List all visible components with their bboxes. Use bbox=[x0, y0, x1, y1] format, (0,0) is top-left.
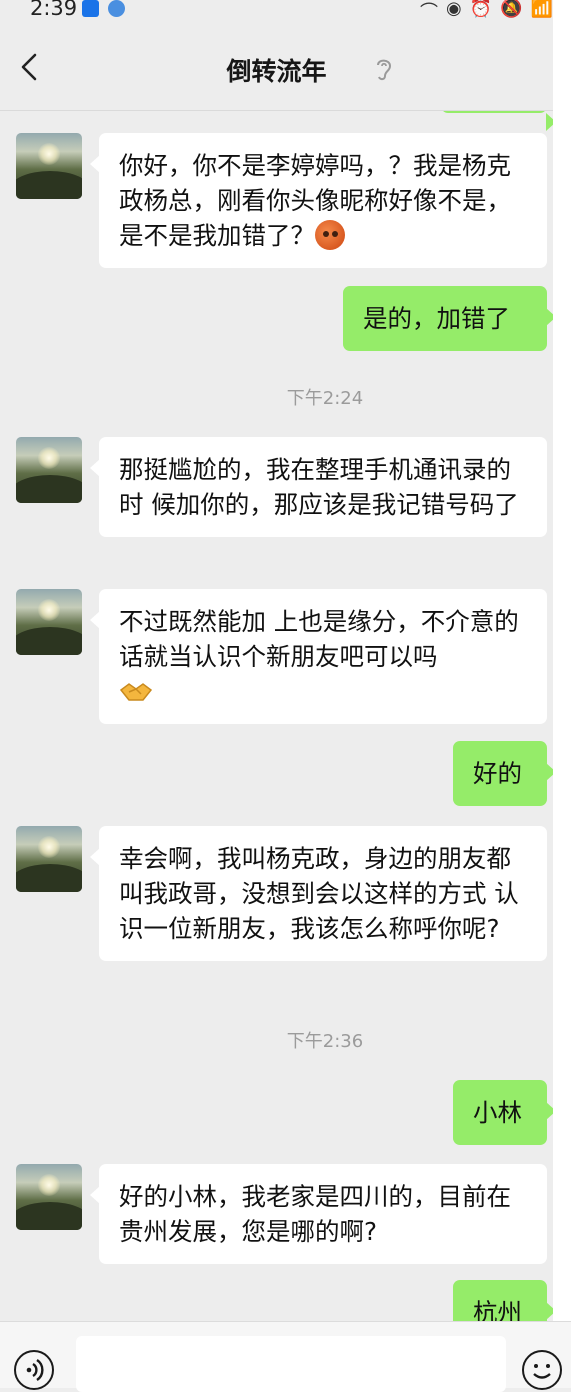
message-bubble-incoming[interactable]: 好的小林，我老家是四川的，目前在贵州发展，您是哪的啊? bbox=[90, 1164, 547, 1264]
message-text: 好的小林，我老家是四川的，目前在贵州发展，您是哪的啊? bbox=[119, 1182, 511, 1246]
avatar[interactable] bbox=[16, 437, 82, 503]
avatar[interactable] bbox=[16, 133, 82, 199]
message-bubble-incoming[interactable]: 不过既然能加 上也是缘分，不介意的话就当认识个新朋友吧可以吗 bbox=[90, 589, 547, 724]
timestamp: 下午2:36 bbox=[286, 1031, 364, 1052]
message-bubble-outgoing[interactable]: 是的，加错了 bbox=[343, 286, 553, 351]
avatar[interactable] bbox=[16, 826, 82, 892]
contact-name: 倒转流年 bbox=[226, 57, 327, 86]
message-bubble-outgoing[interactable]: 好的 bbox=[453, 741, 553, 806]
wifi-icon: 📶 bbox=[530, 0, 553, 19]
status-bar: 2:39 ⌒ ◉ ⏰ 🔕 📶 bbox=[0, 0, 571, 26]
message-bubble-outgoing[interactable] bbox=[441, 111, 553, 131]
voice-icon bbox=[26, 1358, 43, 1381]
smiley-icon bbox=[532, 1363, 551, 1379]
message-bubble-incoming[interactable]: 那挺尴尬的，我在整理手机通讯录的时 候加你的，那应该是我记错号码了 bbox=[90, 437, 547, 537]
avatar[interactable] bbox=[16, 589, 82, 655]
chat-title: 倒转流年 bbox=[0, 52, 553, 88]
status-time: 2:39 bbox=[30, 0, 78, 20]
handshake-emoji-icon bbox=[119, 683, 153, 701]
message-text: 幸会啊，我叫杨克政，身边的朋友都叫我政哥，没想到会以这样的方式 认识一位新朋友，… bbox=[119, 844, 519, 943]
message-bubble-outgoing[interactable]: 小林 bbox=[453, 1080, 553, 1145]
message-text: 好的 bbox=[473, 759, 522, 788]
chat-header: 倒转流年 bbox=[0, 26, 553, 111]
bluetooth-app-icon bbox=[82, 0, 99, 17]
alarm-icon: ⏰ bbox=[469, 0, 493, 19]
voice-input-button[interactable] bbox=[14, 1350, 54, 1390]
message-bubble-outgoing[interactable]: 杭州 bbox=[453, 1280, 553, 1321]
browser-app-icon bbox=[108, 0, 125, 17]
message-bubble-incoming[interactable]: 幸会啊，我叫杨克政，身边的朋友都叫我政哥，没想到会以这样的方式 认识一位新朋友，… bbox=[90, 826, 547, 961]
message-text: 那挺尴尬的，我在整理手机通讯录的时 候加你的，那应该是我记错号码了 bbox=[119, 455, 519, 519]
input-bar bbox=[0, 1321, 571, 1392]
message-text: 小林 bbox=[473, 1098, 522, 1127]
status-icons: ⌒ ◉ ⏰ 🔕 📶 bbox=[420, 0, 553, 24]
timestamp: 下午2:24 bbox=[286, 388, 364, 409]
message-text: 杭州 bbox=[473, 1298, 522, 1321]
data-icon: ⌒ bbox=[420, 2, 439, 23]
avatar[interactable] bbox=[16, 1164, 82, 1230]
ear-icon bbox=[377, 59, 392, 81]
screen-edge bbox=[553, 0, 571, 1387]
emoji-button[interactable] bbox=[522, 1350, 562, 1390]
message-text: 不过既然能加 上也是缘分，不介意的话就当认识个新朋友吧可以吗 bbox=[119, 607, 519, 671]
sweat-face-emoji-icon bbox=[315, 220, 345, 250]
mute-icon: 🔕 bbox=[500, 0, 523, 19]
message-text: 是的，加错了 bbox=[363, 304, 510, 333]
eye-icon: ◉ bbox=[446, 0, 462, 19]
message-list[interactable]: 你好，你不是李婷婷吗，？我是杨克政杨总，刚看你头像昵称好像不是，是不是我加错了？… bbox=[0, 111, 553, 1321]
message-input[interactable] bbox=[76, 1336, 506, 1392]
message-bubble-incoming[interactable]: 你好，你不是李婷婷吗，？我是杨克政杨总，刚看你头像昵称好像不是，是不是我加错了？ bbox=[90, 133, 547, 268]
